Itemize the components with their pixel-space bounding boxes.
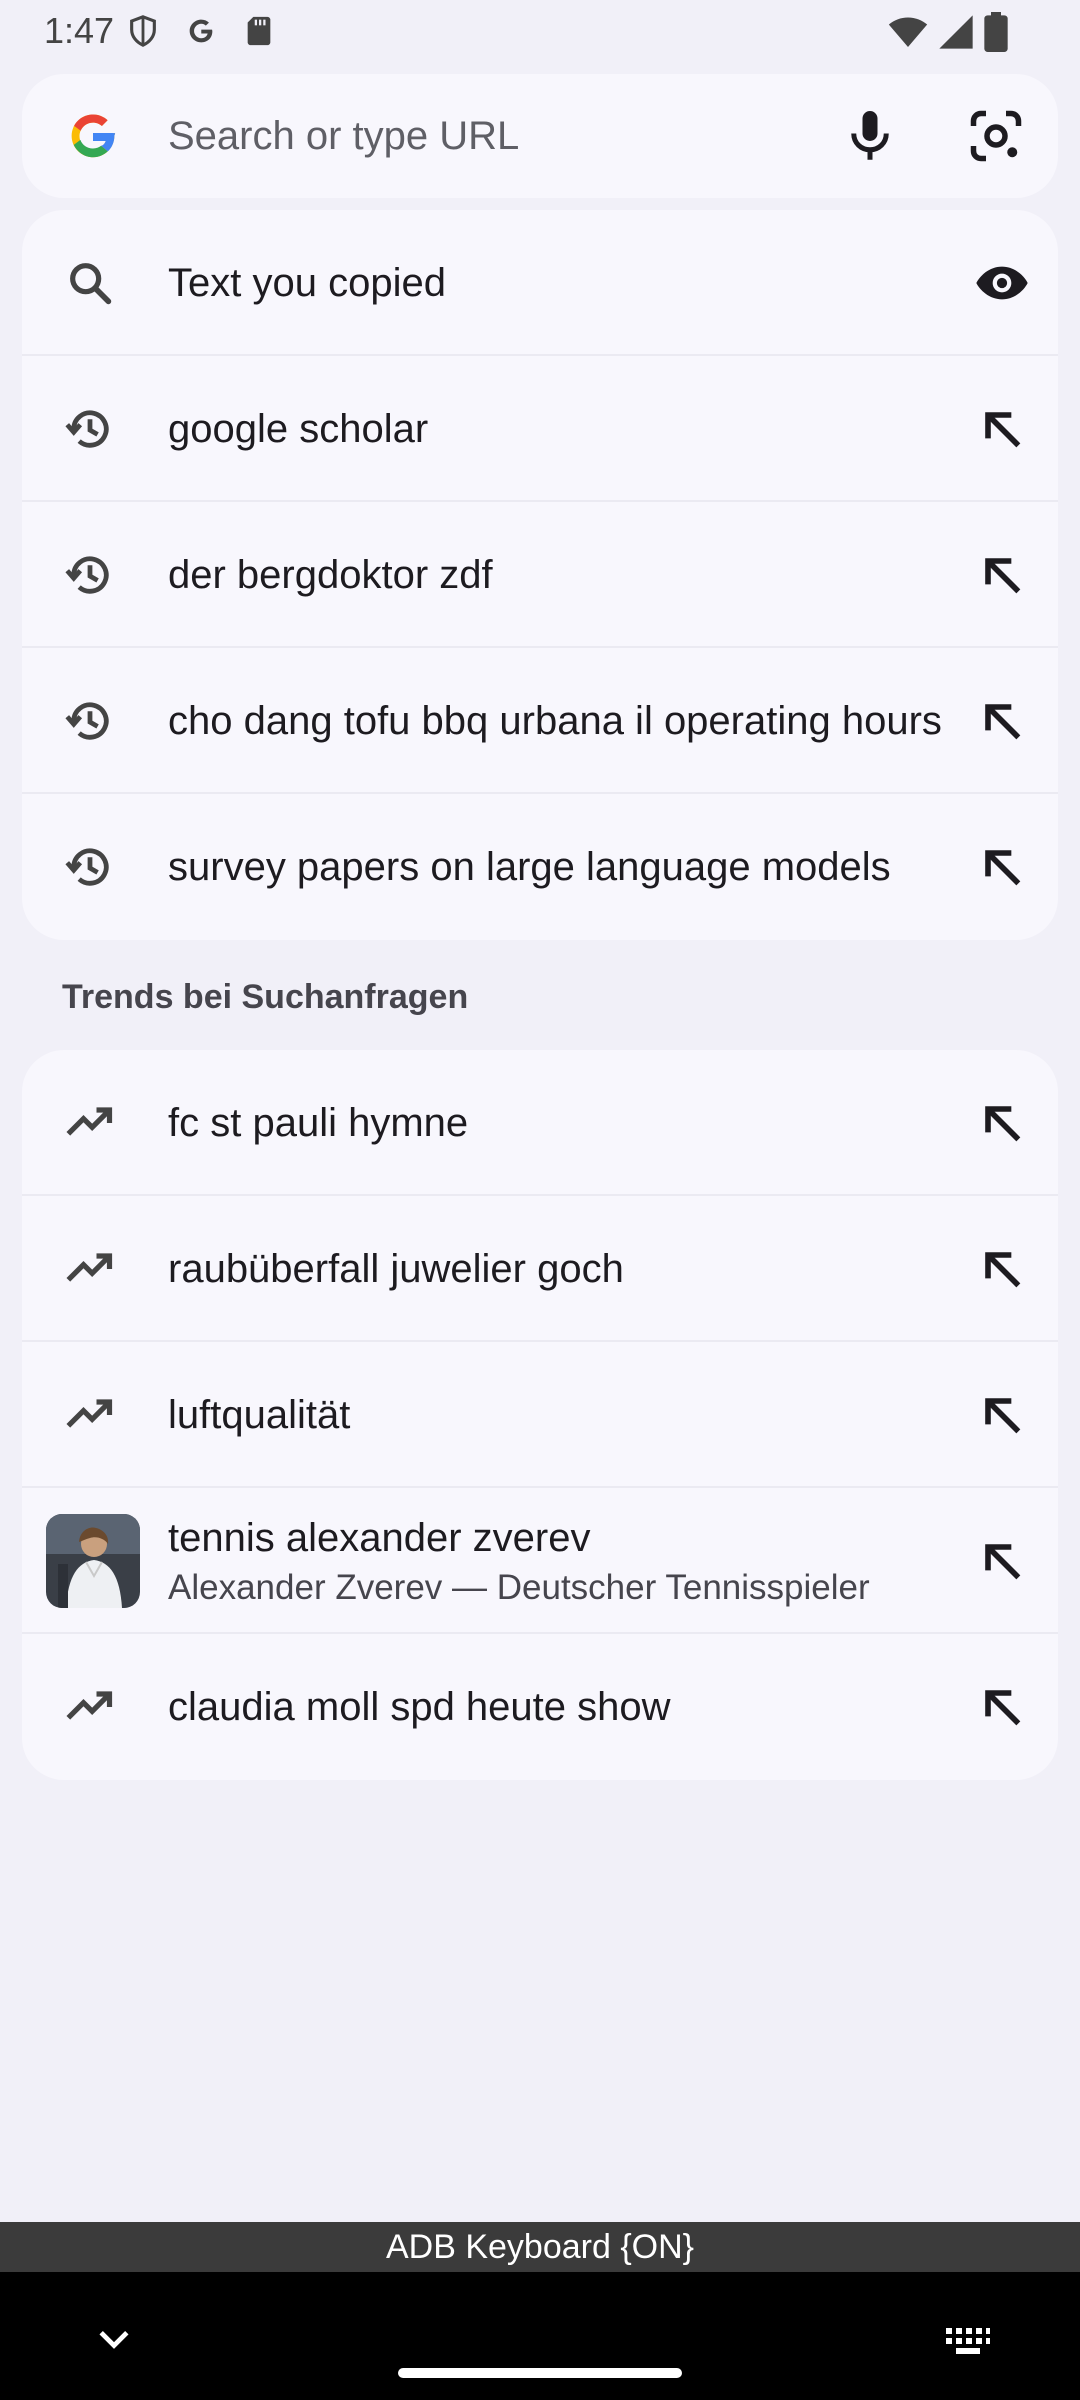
- google-lens-icon[interactable]: [966, 106, 1026, 166]
- google-icon: [189, 19, 213, 43]
- keyboard-status-bar: ADB Keyboard {ON}: [0, 2222, 1080, 2272]
- home-handle[interactable]: [398, 2368, 682, 2378]
- trend-suggestion[interactable]: fc st pauli hymne: [22, 1050, 1058, 1196]
- suggestion-text: fc st pauli hymne: [168, 1101, 469, 1145]
- suggestion-text: der bergdoktor zdf: [168, 553, 493, 597]
- suggestion-text: google scholar: [168, 407, 429, 451]
- history-icon: [65, 556, 109, 594]
- history-suggestion[interactable]: survey papers on large language models: [22, 794, 1058, 940]
- history-icon: [65, 702, 109, 740]
- history-icon: [65, 410, 109, 448]
- insert-arrow-icon[interactable]: [974, 547, 1030, 603]
- insert-arrow-icon[interactable]: [974, 1241, 1030, 1297]
- navigation-bar: [0, 2272, 1080, 2400]
- suggestion-text: survey papers on large language models: [168, 845, 891, 889]
- insert-arrow-icon[interactable]: [974, 693, 1030, 749]
- suggestion-subtitle: Alexander Zverev — Deutscher Tennisspiel…: [168, 1568, 870, 1607]
- trending-suggestions-card: fc st pauli hymne raubüberfall juwelier …: [22, 1050, 1058, 1780]
- insert-arrow-icon[interactable]: [974, 1095, 1030, 1151]
- insert-arrow-icon[interactable]: [974, 1679, 1030, 1735]
- insert-arrow-icon[interactable]: [974, 401, 1030, 457]
- google-logo-icon: [71, 114, 116, 158]
- status-time: 1:47: [44, 10, 115, 51]
- trend-suggestion[interactable]: luftqualität: [22, 1342, 1058, 1488]
- trending-up-icon: [66, 1399, 113, 1428]
- suggestion-text: claudia moll spd heute show: [168, 1685, 671, 1729]
- trending-up-icon: [66, 1253, 113, 1282]
- chevron-down-icon[interactable]: [92, 2318, 136, 2362]
- sd-card-icon: [247, 16, 271, 46]
- insert-arrow-icon[interactable]: [974, 1387, 1030, 1443]
- keyboard-icon[interactable]: [944, 2322, 992, 2362]
- section-heading: Trends bei Suchanfragen: [62, 978, 469, 1016]
- trend-suggestion[interactable]: raubüberfall juwelier goch: [22, 1196, 1058, 1342]
- signal-icon: [939, 15, 973, 49]
- trend-suggestion[interactable]: tennis alexander zverev Alexander Zverev…: [22, 1488, 1058, 1634]
- search-input[interactable]: [168, 102, 808, 170]
- history-suggestion[interactable]: der bergdoktor zdf: [22, 502, 1058, 648]
- insert-arrow-icon[interactable]: [974, 1533, 1030, 1589]
- zverev-thumbnail: [46, 1514, 140, 1608]
- search-icon: [70, 263, 112, 305]
- recent-suggestions-card: Text you copied google scholar der bergd…: [22, 210, 1058, 940]
- insert-arrow-icon[interactable]: [974, 839, 1030, 895]
- status-bar: 1:47: [0, 0, 1080, 64]
- microphone-icon[interactable]: [840, 106, 900, 166]
- history-icon: [65, 848, 109, 886]
- clipboard-suggestion[interactable]: Text you copied: [22, 210, 1058, 356]
- suggestion-text: tennis alexander zverev: [168, 1516, 591, 1560]
- suggestion-text: Text you copied: [168, 261, 446, 305]
- trending-up-icon: [66, 1107, 113, 1136]
- trending-up-icon: [66, 1691, 113, 1720]
- omnibox[interactable]: [22, 74, 1058, 198]
- eye-icon[interactable]: [974, 255, 1030, 311]
- history-suggestion[interactable]: cho dang tofu bbq urbana il operating ho…: [22, 648, 1058, 794]
- history-suggestion[interactable]: google scholar: [22, 356, 1058, 502]
- battery-icon: [984, 12, 1008, 52]
- shield-icon: [130, 15, 156, 47]
- suggestion-text: raubüberfall juwelier goch: [168, 1247, 624, 1291]
- suggestion-text: luftqualität: [168, 1393, 351, 1437]
- wifi-icon: [888, 17, 928, 47]
- trend-suggestion[interactable]: claudia moll spd heute show: [22, 1634, 1058, 1780]
- suggestion-text: cho dang tofu bbq urbana il operating ho…: [168, 699, 942, 743]
